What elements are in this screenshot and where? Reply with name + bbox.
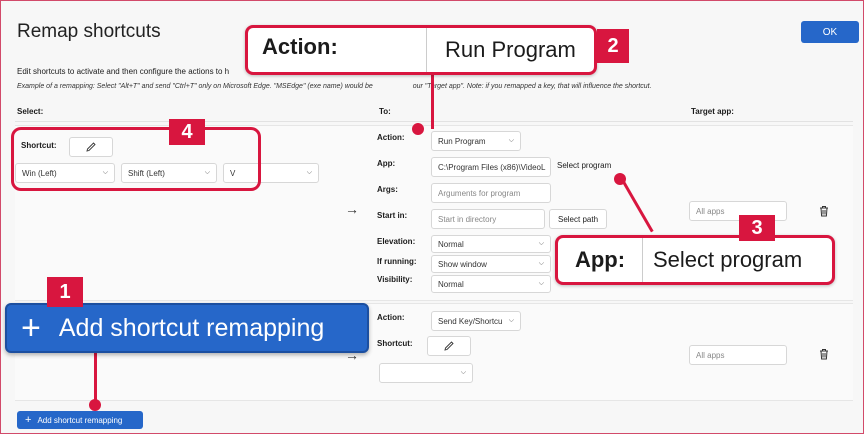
column-to: To:: [379, 107, 391, 116]
shortcut-label: Shortcut:: [377, 339, 413, 348]
select-path-button[interactable]: Select path: [549, 209, 607, 229]
action-label: Action:: [377, 133, 405, 142]
callout-4-badge: 4: [169, 119, 205, 145]
chevron-down-icon: ⌵: [538, 240, 544, 247]
arrow-right-icon: →: [345, 201, 359, 217]
chevron-down-icon: ⌵: [306, 169, 312, 176]
chevron-down-icon: ⌵: [538, 280, 544, 287]
action-select[interactable]: Send Key/Shortcu ⌵: [431, 311, 521, 331]
page-title: Remap shortcuts: [17, 21, 161, 42]
callout-1-dot: [89, 399, 101, 411]
trash-icon[interactable]: [817, 204, 831, 218]
elevation-label: Elevation:: [377, 237, 416, 246]
callout-3: App: Select program: [555, 235, 835, 285]
args-label: Args:: [377, 185, 398, 194]
app-path-input[interactable]: C:\Program Files (x86)\VideoL: [431, 157, 551, 177]
plus-icon: +: [25, 414, 32, 426]
column-target-app: Target app:: [691, 107, 734, 116]
elevation-select[interactable]: Normal ⌵: [431, 235, 551, 253]
plus-icon: +: [21, 309, 41, 347]
action-label: Action:: [377, 313, 405, 322]
callout-1: + Add shortcut remapping: [5, 303, 369, 353]
select-program-button[interactable]: Select program: [557, 161, 611, 170]
chevron-down-icon: ⌵: [460, 369, 466, 376]
callout-2-leader: [431, 69, 434, 129]
ok-button[interactable]: OK: [801, 21, 859, 43]
edit-shortcut-button[interactable]: [427, 336, 471, 356]
callout-1-badge: 1: [47, 277, 83, 307]
callout-2: Action: Run Program: [245, 25, 597, 75]
start-in-input[interactable]: Start in directory: [431, 209, 545, 229]
chevron-down-icon: ⌵: [508, 137, 514, 144]
app-label: App:: [377, 159, 396, 168]
remap-shortcuts-window: Remap shortcuts OK Edit shortcuts to act…: [0, 0, 864, 434]
callout-4-frame: [11, 127, 261, 191]
callout-3-badge: 3: [739, 215, 775, 241]
args-input[interactable]: Arguments for program: [431, 183, 551, 203]
chevron-down-icon: ⌵: [538, 260, 544, 267]
target-app-input[interactable]: All apps: [689, 345, 787, 365]
column-select: Select:: [17, 107, 44, 116]
trash-icon[interactable]: [817, 347, 831, 361]
visibility-select[interactable]: Normal ⌵: [431, 275, 551, 293]
chevron-down-icon: ⌵: [508, 317, 514, 324]
if-running-select[interactable]: Show window ⌵: [431, 255, 551, 273]
if-running-label: If running:: [377, 257, 417, 266]
add-shortcut-remapping-button[interactable]: + Add shortcut remapping: [17, 411, 143, 429]
description: Edit shortcuts to activate and then conf…: [17, 67, 230, 76]
start-in-label: Start in:: [377, 211, 408, 220]
example-text: Example of a remapping: Select "Alt+T" a…: [17, 83, 652, 90]
divider: [15, 121, 853, 122]
pencil-icon: [444, 341, 454, 351]
action-select[interactable]: Run Program ⌵: [431, 131, 521, 151]
callout-3-dot: [614, 173, 626, 185]
visibility-label: Visibility:: [377, 275, 413, 284]
callout-2-dot: [412, 123, 424, 135]
key-select[interactable]: ⌵: [379, 363, 473, 383]
callout-2-badge: 2: [597, 29, 629, 63]
